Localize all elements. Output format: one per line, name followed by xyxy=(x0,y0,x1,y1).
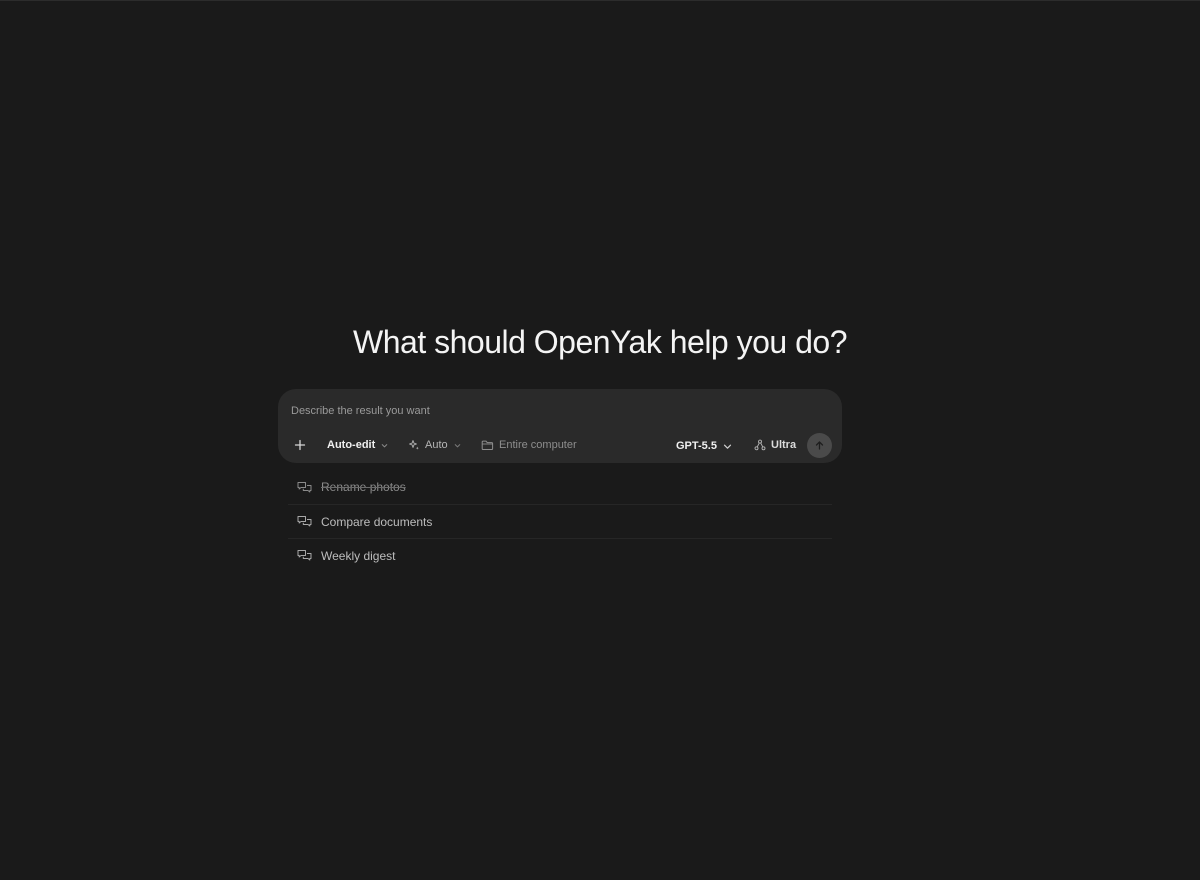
suggestion-item[interactable]: Weekly digest xyxy=(288,538,832,572)
folder-icon xyxy=(481,440,494,450)
chevron-down-icon xyxy=(723,444,732,449)
reasoning-label: Auto xyxy=(425,439,448,451)
chevron-down-icon xyxy=(454,443,460,447)
page-title: What should OpenYak help you do? xyxy=(353,324,847,360)
reasoning-dropdown[interactable]: Auto xyxy=(408,435,462,455)
window-top-border xyxy=(0,0,1200,1)
sparkle-icon xyxy=(409,440,419,450)
scope-label: Entire computer xyxy=(499,439,577,451)
send-button[interactable] xyxy=(807,433,832,458)
scope-selector[interactable]: Entire computer xyxy=(481,435,577,455)
model-label: GPT-5.5 xyxy=(676,440,717,452)
effort-label: Ultra xyxy=(771,439,797,451)
chat-bubbles-icon xyxy=(297,550,312,561)
suggestion-item[interactable]: Compare documents xyxy=(288,504,832,538)
attach-button[interactable] xyxy=(294,435,306,455)
suggestion-label: Weekly digest xyxy=(321,548,396,563)
suggestion-item[interactable]: Rename photos xyxy=(288,470,832,504)
plus-icon xyxy=(294,439,306,451)
chat-bubbles-icon xyxy=(297,516,312,527)
arrow-up-icon xyxy=(815,441,824,450)
chevron-down-icon xyxy=(382,443,388,447)
nodes-icon xyxy=(754,439,766,451)
edit-mode-dropdown[interactable]: Auto-edit xyxy=(327,435,389,455)
effort-dropdown[interactable]: Ultra xyxy=(754,435,796,455)
prompt-input[interactable] xyxy=(291,402,811,420)
edit-mode-label: Auto-edit xyxy=(327,439,376,451)
chat-bubbles-icon xyxy=(297,481,312,492)
suggestion-label: Compare documents xyxy=(321,514,433,529)
suggestion-label: Rename photos xyxy=(321,480,406,494)
model-dropdown[interactable]: GPT-5.5 xyxy=(676,436,733,456)
suggestion-list: Rename photos Compare documents Weekly d… xyxy=(288,470,832,572)
